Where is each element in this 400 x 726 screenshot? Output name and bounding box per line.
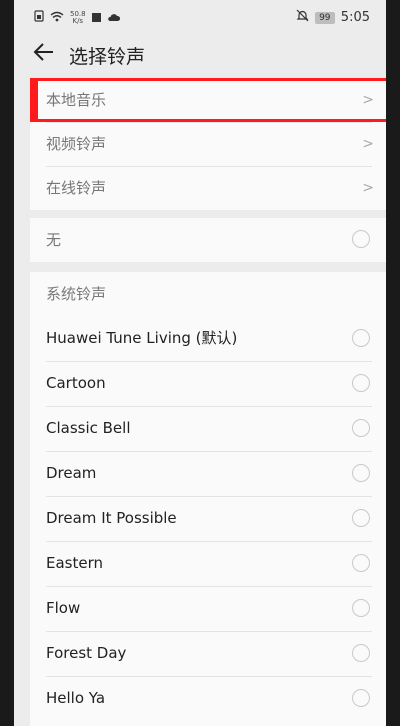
ringtone-label: Eastern — [46, 554, 104, 572]
radio-button[interactable] — [352, 374, 370, 392]
wifi-icon — [50, 11, 64, 25]
divider — [46, 631, 372, 632]
mute-bell-icon — [296, 9, 309, 26]
back-arrow-icon[interactable] — [32, 40, 56, 64]
ringtone-item[interactable]: Forest Day — [30, 631, 386, 676]
ringtone-label: Classic Bell — [46, 419, 131, 437]
ringtone-item[interactable]: Huawei Tune Living (默认) — [30, 316, 386, 361]
network-speed-unit: K/s — [72, 16, 84, 25]
radio-button[interactable] — [352, 554, 370, 572]
none-option-card: 无 — [30, 218, 386, 262]
divider — [46, 122, 372, 123]
divider — [46, 361, 372, 362]
ringtone-label: Huawei Tune Living (默认) — [46, 329, 238, 347]
divider — [46, 676, 372, 677]
highlight-box — [30, 78, 386, 122]
ringtone-item[interactable]: Eastern — [30, 541, 386, 586]
ringtone-label: Cartoon — [46, 374, 106, 392]
ringtone-label: Dream It Possible — [46, 509, 177, 527]
source-online-ringtone[interactable]: 在线铃声 > — [30, 166, 386, 210]
ringtone-item[interactable]: Dream — [30, 451, 386, 496]
divider — [46, 166, 372, 167]
notification-square-icon — [91, 11, 101, 25]
chevron-right-icon: > — [362, 180, 374, 196]
divider — [46, 541, 372, 542]
section-title: 系统铃声 — [46, 285, 107, 303]
source-label: 在线铃声 — [46, 179, 107, 197]
ringtone-item[interactable]: Flow — [30, 586, 386, 631]
divider — [46, 586, 372, 587]
phone-screen: 50.8 K/s 99 5:05 选择铃声 本地音乐 > 视频铃声 > 在线铃声… — [14, 0, 386, 726]
ringtone-item[interactable]: Hello Ya — [30, 676, 386, 721]
source-video-ringtone[interactable]: 视频铃声 > — [30, 122, 386, 166]
system-ringtones-card: 系统铃声 Huawei Tune Living (默认) Cartoon Cla… — [30, 272, 386, 726]
radio-button[interactable] — [352, 464, 370, 482]
ringtone-label: Flow — [46, 599, 81, 617]
radio-button[interactable] — [352, 599, 370, 617]
divider — [46, 406, 372, 407]
battery-indicator: 99 — [314, 11, 335, 24]
ringtone-label: Forest Day — [46, 644, 127, 662]
page-title: 选择铃声 — [69, 46, 146, 68]
radio-button[interactable] — [352, 689, 370, 707]
source-label: 视频铃声 — [46, 135, 107, 153]
ringtone-item[interactable]: Cartoon — [30, 361, 386, 406]
radio-button[interactable] — [352, 644, 370, 662]
ringtone-item[interactable]: Dream It Possible — [30, 496, 386, 541]
radio-button[interactable] — [352, 329, 370, 347]
none-option-row[interactable]: 无 — [30, 218, 386, 262]
divider — [46, 451, 372, 452]
clock: 5:05 — [340, 10, 370, 25]
ringtone-source-card: 本地音乐 > 视频铃声 > 在线铃声 > — [30, 78, 386, 210]
chevron-right-icon: > — [362, 136, 374, 152]
title-bar: 选择铃声 — [14, 34, 386, 74]
radio-button[interactable] — [352, 419, 370, 437]
divider — [46, 496, 372, 497]
network-speed: 50.8 K/s — [70, 10, 86, 25]
ringtone-item[interactable]: Classic Bell — [30, 406, 386, 451]
cloud-icon — [107, 11, 120, 25]
status-left: 50.8 K/s — [34, 10, 120, 25]
radio-button[interactable] — [352, 509, 370, 527]
sim-icon — [34, 10, 44, 25]
status-bar: 50.8 K/s 99 5:05 — [14, 0, 386, 32]
ringtone-label: Hello Ya — [46, 689, 106, 707]
ringtone-label: Dream — [46, 464, 97, 482]
status-right: 99 5:05 — [296, 9, 370, 26]
radio-button[interactable] — [352, 230, 370, 248]
none-option-label: 无 — [46, 231, 62, 249]
